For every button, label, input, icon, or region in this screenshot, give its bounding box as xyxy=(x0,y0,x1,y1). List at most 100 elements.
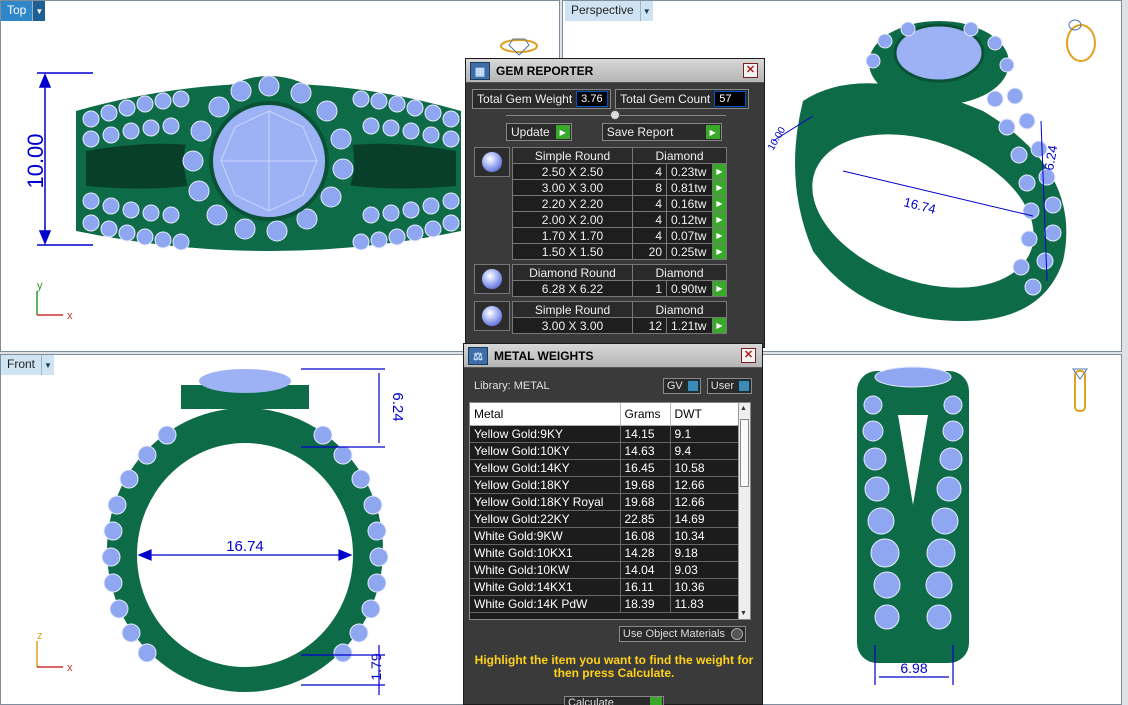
column-dwt[interactable]: DWT xyxy=(670,403,740,426)
gem-row[interactable]: 6.28 X 6.22 1 0.90tw ▶ xyxy=(512,280,727,297)
chevron-down-icon[interactable]: ▼ xyxy=(33,1,46,21)
viewport-front-name[interactable]: Front xyxy=(1,355,43,375)
viewport-front-label[interactable]: Front ▼ xyxy=(1,355,55,375)
gem-row[interactable]: 1.70 X 1.70 4 0.07tw ▶ xyxy=(512,227,727,244)
metal-dwt: 12.66 xyxy=(670,476,740,494)
gem-row[interactable]: 1.50 X 1.50 20 0.25tw ▶ xyxy=(512,243,727,260)
save-report-button[interactable]: Save Report ▶ xyxy=(601,123,722,141)
library-toggles: GV User xyxy=(662,378,752,394)
gem-shape: Diamond Round xyxy=(512,264,633,281)
radio-icon[interactable] xyxy=(731,628,743,640)
chevron-down-icon[interactable]: ▼ xyxy=(640,1,653,21)
table-row[interactable]: White Gold:14K PdW 18.39 11.83 xyxy=(470,595,740,613)
play-icon[interactable]: ▶ xyxy=(712,195,727,212)
gem-size: 2.50 X 2.50 xyxy=(512,163,633,180)
gem-row[interactable]: 3.00 X 3.00 8 0.81tw ▶ xyxy=(512,179,727,196)
play-icon[interactable]: ▶ xyxy=(555,125,570,139)
dimension-label-top: 10.00 xyxy=(23,133,48,188)
close-icon[interactable]: ✕ xyxy=(741,348,756,363)
gem-thumbnail[interactable] xyxy=(474,264,510,294)
metal-dwt: 10.36 xyxy=(670,578,740,596)
total-gem-count-label: Total Gem Count xyxy=(620,92,711,106)
gem-size: 3.00 X 3.00 xyxy=(512,317,633,334)
right-view-scene: 6.98 xyxy=(857,366,1088,685)
scroll-down-icon[interactable]: ▼ xyxy=(740,610,747,617)
gem-row[interactable]: 3.00 X 3.00 12 1.21tw ▶ xyxy=(512,317,727,334)
metal-weights-titlebar[interactable]: ⚖ METAL WEIGHTS ✕ xyxy=(464,344,762,368)
column-metal[interactable]: Metal xyxy=(470,403,621,426)
chevron-down-icon[interactable]: ▼ xyxy=(42,355,55,375)
panel-splitter[interactable] xyxy=(506,110,726,120)
gem-thumbnail[interactable] xyxy=(474,147,510,177)
calculate-button-label: Calculate xyxy=(568,697,614,705)
play-icon[interactable]: ▶ xyxy=(712,227,727,244)
use-object-materials-toggle[interactable]: Use Object Materials xyxy=(618,626,746,642)
play-icon[interactable]: ▶ xyxy=(705,125,720,139)
ring-view-icon[interactable] xyxy=(500,38,538,56)
gem-row[interactable]: 2.20 X 2.20 4 0.16tw ▶ xyxy=(512,195,727,212)
gem-group: Simple Round Diamond 2.50 X 2.50 4 0.23tw ▶… xyxy=(474,147,758,260)
round-gem-icon xyxy=(481,305,503,327)
toggle-gv-box[interactable] xyxy=(686,380,699,392)
metal-table: Metal Grams DWT Yellow Gold:9KY 14.15 9.1 … xyxy=(470,403,740,613)
column-grams[interactable]: Grams xyxy=(620,403,671,426)
table-row[interactable]: Yellow Gold:18KY Royal 19.68 12.66 xyxy=(470,493,740,511)
play-icon[interactable]: ▶ xyxy=(712,243,727,260)
play-icon[interactable]: ▶ xyxy=(712,163,727,180)
ring-view-icon[interactable] xyxy=(1066,19,1096,62)
metal-grams: 16.08 xyxy=(620,527,671,545)
gem-row[interactable]: 2.50 X 2.50 4 0.23tw ▶ xyxy=(512,163,727,180)
splitter-knob[interactable] xyxy=(610,110,620,120)
gem-qty: 4 xyxy=(632,211,667,228)
metal-dwt: 9.1 xyxy=(670,425,740,443)
viewport-top-label[interactable]: Top ▼ xyxy=(1,1,46,21)
scrollbar-thumb[interactable] xyxy=(740,419,749,487)
play-icon[interactable]: ▶ xyxy=(712,317,727,334)
use-object-materials-label: Use Object Materials xyxy=(622,628,725,640)
metal-name: Yellow Gold:18KY Royal xyxy=(470,493,621,511)
table-row[interactable]: Yellow Gold:9KY 14.15 9.1 xyxy=(470,425,740,443)
calculate-button[interactable]: Calculate xyxy=(564,696,664,705)
gem-reporter-titlebar[interactable]: ▦ GEM REPORTER ✕ xyxy=(466,59,764,83)
gem-group-table: Simple Round Diamond 3.00 X 3.00 12 1.21tw… xyxy=(512,301,727,334)
table-row[interactable]: Yellow Gold:22KY 22.85 14.69 xyxy=(470,510,740,528)
table-row[interactable]: Yellow Gold:14KY 16.45 10.58 xyxy=(470,459,740,477)
play-icon[interactable]: ▶ xyxy=(712,280,727,297)
viewport-perspective-label[interactable]: Perspective ▼ xyxy=(565,1,653,21)
save-report-button-label: Save Report xyxy=(606,125,674,139)
play-icon[interactable] xyxy=(650,697,662,705)
gem-thumbnail[interactable] xyxy=(474,301,510,331)
metal-name: Yellow Gold:18KY xyxy=(470,476,621,494)
metal-name: Yellow Gold:14KY xyxy=(470,459,621,477)
play-icon[interactable]: ▶ xyxy=(712,211,727,228)
gem-reporter-panel[interactable]: ▦ GEM REPORTER ✕ Total Gem Weight 3.76 T… xyxy=(465,58,765,348)
metal-table-scrollbar[interactable]: ▲ ▼ xyxy=(738,403,750,619)
toggle-user[interactable]: User xyxy=(706,378,752,394)
metal-weights-panel[interactable]: ⚖ METAL WEIGHTS ✕ Library: METAL GV User… xyxy=(463,343,763,705)
gem-reporter-title: GEM REPORTER xyxy=(496,63,594,78)
toggle-user-box[interactable] xyxy=(738,380,750,392)
metal-table-container[interactable]: Metal Grams DWT Yellow Gold:9KY 14.15 9.1 … xyxy=(469,402,751,620)
toggle-gv[interactable]: GV xyxy=(662,378,701,394)
gem-tw: 0.90tw xyxy=(666,280,713,297)
gem-qty: 4 xyxy=(632,195,667,212)
table-row[interactable]: White Gold:14KX1 16.11 10.36 xyxy=(470,578,740,596)
play-icon[interactable]: ▶ xyxy=(712,179,727,196)
table-row[interactable]: White Gold:10KW 14.04 9.03 xyxy=(470,561,740,579)
gem-row[interactable]: 2.00 X 2.00 4 0.12tw ▶ xyxy=(512,211,727,228)
close-icon[interactable]: ✕ xyxy=(743,63,758,78)
table-row[interactable]: White Gold:10KX1 14.28 9.18 xyxy=(470,544,740,562)
gem-size: 1.70 X 1.70 xyxy=(512,227,633,244)
table-row[interactable]: Yellow Gold:10KY 14.63 9.4 xyxy=(470,442,740,460)
scroll-up-icon[interactable]: ▲ xyxy=(740,405,747,412)
metal-name: White Gold:14KX1 xyxy=(470,578,621,596)
table-row[interactable]: White Gold:9KW 16.08 10.34 xyxy=(470,527,740,545)
gem-material: Diamond xyxy=(632,264,727,281)
update-button[interactable]: Update ▶ xyxy=(506,123,572,141)
ring-view-icon[interactable] xyxy=(1072,368,1088,412)
viewport-perspective-name[interactable]: Perspective xyxy=(565,1,641,21)
viewport-top-name[interactable]: Top xyxy=(1,1,34,21)
total-gem-weight: Total Gem Weight 3.76 xyxy=(472,89,612,109)
viewport-right[interactable]: 6.98 xyxy=(762,354,1122,705)
table-row[interactable]: Yellow Gold:18KY 19.68 12.66 xyxy=(470,476,740,494)
